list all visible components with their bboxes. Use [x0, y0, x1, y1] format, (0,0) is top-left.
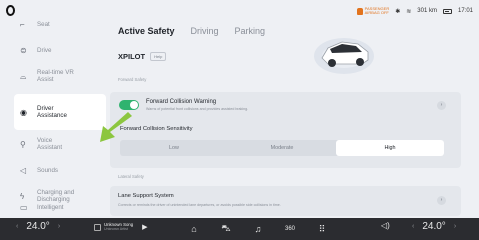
sidebar-item-label: Intelligent: [37, 204, 64, 211]
wifi-icon: ≋: [406, 8, 412, 15]
sidebar-item-label: Charging and Discharging: [37, 189, 75, 203]
range-text: 301 km: [417, 8, 437, 14]
tab-active-safety[interactable]: Active Safety: [118, 26, 175, 36]
tab-parking[interactable]: Parking: [235, 26, 266, 36]
fcw-card: Forward Collision Warning Warns of poten…: [110, 92, 461, 168]
passenger-temperature: 24.0°: [422, 221, 446, 232]
fcw-description: Warns of potential front collisions and …: [146, 107, 249, 111]
bluetooth-icon: ✱: [395, 8, 401, 15]
music-icon[interactable]: ♫: [249, 220, 267, 238]
airbag-seat-icon: [356, 7, 363, 15]
charging-icon: ϟ: [20, 191, 25, 201]
help-button[interactable]: Help: [150, 52, 167, 61]
settings-sidebar: ⌐ Seat ⊜ Drive ⌓ Real-time VR Assist ◉ D…: [0, 6, 106, 218]
album-art-icon: [94, 223, 101, 231]
camera-360-icon[interactable]: 360: [281, 220, 299, 238]
clock: 17:01: [457, 8, 473, 14]
passenger-airbag-status: PASSENGER AIRBAG OFF: [356, 7, 389, 15]
sidebar-item-driver-assistance[interactable]: ◉ Driver Assistance: [14, 94, 106, 130]
steering-wheel-icon: ⊜: [20, 45, 27, 55]
fcw-toggle[interactable]: [119, 100, 139, 110]
airbag-line2: AIRBAG OFF: [364, 10, 389, 15]
lss-chevron-icon[interactable]: ›: [437, 196, 446, 205]
sensitivity-segmented-control: Low Moderate High: [120, 140, 444, 156]
fcw-info-icon[interactable]: ›: [437, 101, 446, 110]
temp-increase-icon[interactable]: ›: [454, 223, 456, 230]
tab-driving[interactable]: Driving: [191, 26, 219, 36]
sidebar-item-label: Sounds: [37, 166, 58, 174]
fcw-title: Forward Collision Warning: [146, 99, 217, 105]
status-right: PASSENGER AIRBAG OFF ✱ ≋ 301 km 17:01: [356, 0, 473, 22]
driver-temperature: 24.0°: [26, 221, 50, 232]
toggle-knob: [130, 101, 138, 109]
sidebar-item-label: Drive: [37, 46, 52, 54]
bottom-dock: ‹ 24.0° › Unknown Song Unknown Artist ▶ …: [0, 218, 479, 240]
lss-title: Lane Support System: [118, 193, 174, 199]
pointer-arrow-icon: [100, 112, 132, 142]
sidebar-item-real-time-vr-assist[interactable]: ⌓ Real-time VR Assist: [14, 58, 106, 94]
xpilot-label: XPILOT: [118, 52, 146, 61]
sidebar-item-label: Driver Assistance: [37, 105, 67, 119]
play-icon[interactable]: ▶: [142, 223, 147, 231]
sensitivity-option-high[interactable]: High: [336, 140, 444, 156]
sensitivity-option-moderate[interactable]: Moderate: [228, 140, 336, 156]
volume-icon[interactable]: ◁): [381, 221, 390, 230]
xpilot-header: XPILOT Help: [118, 52, 167, 61]
section-label-lateral-safety: Lateral Safety: [118, 174, 144, 179]
temp-decrease-icon[interactable]: ‹: [412, 223, 414, 230]
lss-card[interactable]: Lane Support System Corrects or reminds …: [110, 186, 461, 216]
seat-icon: ⌐: [20, 19, 25, 29]
sensitivity-option-low[interactable]: Low: [120, 140, 228, 156]
sidebar-item-label: Seat: [37, 20, 50, 28]
voice-assistant-icon: ⚲: [20, 139, 26, 149]
vehicle-illustration: [314, 38, 374, 74]
driver-temperature-control: ‹ 24.0° ›: [16, 221, 60, 232]
temp-decrease-icon[interactable]: ‹: [16, 223, 18, 230]
driver-assistance-icon: ◉: [20, 107, 27, 117]
speaker-icon: ◁: [20, 165, 27, 175]
media-widget[interactable]: Unknown Song Unknown Artist ▶: [94, 222, 148, 232]
vr-assist-icon: ⌓: [20, 71, 27, 81]
temp-increase-icon[interactable]: ›: [58, 223, 60, 230]
battery-icon: [442, 8, 452, 14]
sidebar-item-intelligent[interactable]: ▭ Intelligent: [14, 204, 106, 218]
tab-bar: Active Safety Driving Parking: [118, 26, 265, 36]
section-label-forward-safety: Forward Safety: [118, 77, 147, 82]
apps-grid-icon[interactable]: ⠿: [313, 220, 331, 238]
main-content: Active Safety Driving Parking XPILOT Hel…: [108, 22, 469, 218]
song-artist: Unknown Artist: [104, 227, 128, 231]
sidebar-item-label: Real-time VR Assist: [37, 69, 74, 83]
intelligent-icon: ▭: [20, 204, 28, 212]
car-icon[interactable]: ⛍: [217, 220, 235, 238]
lss-description: Corrects or reminds the driver of uninte…: [118, 203, 281, 207]
passenger-temperature-control: ‹ 24.0° ›: [412, 221, 456, 232]
dock-icons: ⌂ ⛍ ♫ 360 ⠿: [185, 220, 331, 238]
sidebar-item-label: Voice Assistant: [37, 137, 63, 151]
home-icon[interactable]: ⌂: [185, 220, 203, 238]
